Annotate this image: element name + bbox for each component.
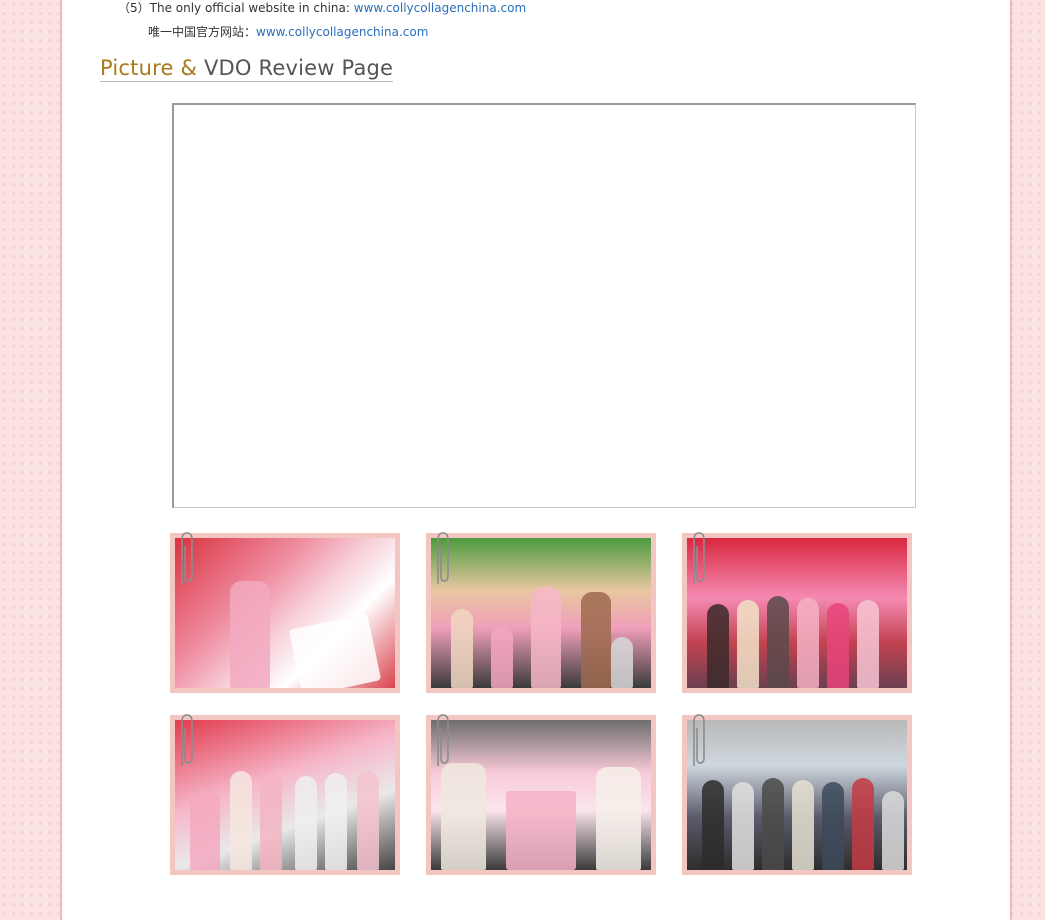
gallery-thumb-2[interactable]	[426, 532, 656, 693]
video-player-frame[interactable]	[172, 103, 916, 508]
paperclip-icon	[437, 714, 449, 766]
official-site-line: （5）The only official website in china: w…	[118, 0, 526, 16]
official-site-link-chinese[interactable]: www.collycollagenchina.com	[256, 25, 428, 39]
section-heading: Picture & VDO Review Page	[100, 56, 394, 82]
content-panel: （5）The only official website in china: w…	[60, 0, 1012, 920]
heading-ampersand: &	[180, 56, 198, 80]
paperclip-icon	[437, 532, 449, 584]
event-photo-5[interactable]	[431, 720, 651, 870]
event-photo-3[interactable]	[687, 538, 907, 688]
paperclip-icon	[181, 714, 193, 766]
event-photo-2[interactable]	[431, 538, 651, 688]
gallery-thumb-6[interactable]	[682, 714, 912, 875]
gallery-thumb-3[interactable]	[682, 532, 912, 693]
event-photo-4[interactable]	[175, 720, 395, 870]
official-site-line-chinese: 唯一中国官方网站：www.collycollagenchina.com	[148, 23, 428, 40]
official-site-label: （5）The only official website in china:	[118, 1, 354, 15]
gallery-thumb-5[interactable]	[426, 714, 656, 875]
official-site-label-chinese: 唯一中国官方网站：	[148, 25, 257, 39]
paperclip-icon	[693, 714, 705, 766]
gallery-thumb-4[interactable]	[170, 714, 400, 875]
event-photo-1[interactable]	[175, 538, 395, 688]
event-photo-6[interactable]	[687, 720, 907, 870]
paperclip-icon	[181, 532, 193, 584]
gallery-thumb-1[interactable]	[170, 532, 400, 693]
paperclip-icon	[693, 532, 705, 584]
official-site-link[interactable]: www.collycollagenchina.com	[354, 1, 526, 15]
heading-picture: Picture	[100, 56, 174, 80]
heading-vdo-review: VDO Review Page	[203, 56, 394, 80]
